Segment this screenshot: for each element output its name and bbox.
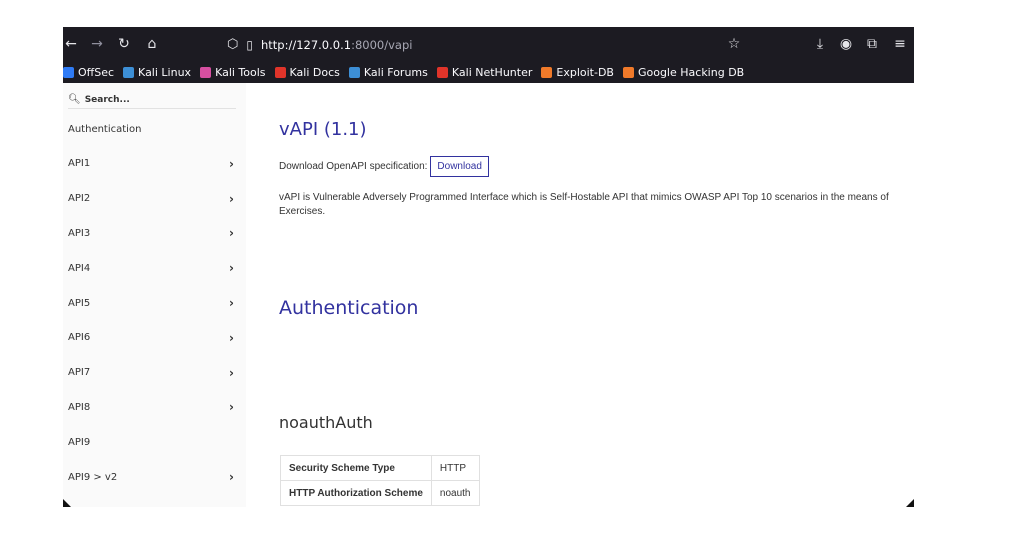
- bookmark-favicon-icon: [63, 67, 74, 78]
- sidebar-item[interactable]: API2 ›: [68, 189, 238, 209]
- bookmark-item[interactable]: Exploit-DB: [541, 66, 614, 79]
- tracking-shield-icon[interactable]: ⬡: [227, 37, 238, 52]
- sidebar-item[interactable]: API5 ›: [68, 293, 238, 313]
- chevron-right-icon: ›: [229, 400, 234, 415]
- chevron-right-icon: ›: [229, 296, 234, 310]
- download-label: Download OpenAPI specification:: [279, 161, 428, 172]
- table-key-cell: Security Scheme Type: [280, 455, 432, 481]
- table-value-cell: HTTP: [430, 455, 480, 481]
- url-bar[interactable]: ⬡ ▯ http://127.0.0.1:8000/vapi: [227, 32, 747, 57]
- back-arrow-icon[interactable]: ←: [63, 27, 79, 62]
- sidebar-item-label: API2: [68, 193, 91, 205]
- sidebar-item-label: API3: [68, 227, 91, 239]
- sidebar-item-label: API1: [68, 158, 91, 170]
- home-icon[interactable]: ⌂: [143, 27, 161, 62]
- sidebar-item[interactable]: API9 > v2 ›: [68, 467, 238, 487]
- bookmark-favicon-icon: [348, 67, 360, 78]
- search-icon: 🔍︎: [68, 94, 81, 105]
- main-content: vAPI (1.1) Download OpenAPI specificatio…: [246, 83, 914, 507]
- chevron-right-icon: ›: [229, 191, 234, 206]
- url-text[interactable]: http://127.0.0.1:8000/vapi: [261, 38, 412, 52]
- sidebar-item-label: API5: [68, 297, 91, 309]
- url-host: http://127.0.0.1: [260, 37, 352, 52]
- section-heading-authentication: Authentication: [279, 297, 419, 319]
- download-icon[interactable]: ⤓: [811, 27, 829, 62]
- bookmark-label: Exploit-DB: [556, 66, 614, 79]
- chevron-right-icon: ›: [229, 226, 234, 241]
- star-icon[interactable]: ☆: [725, 27, 743, 62]
- table-row: HTTP Authorization Scheme noauth: [280, 480, 480, 506]
- download-row: Download OpenAPI specification: Download: [279, 156, 489, 177]
- bookmark-label: Kali NetHunter: [451, 66, 533, 79]
- table-value-cell: noauth: [430, 480, 480, 506]
- forward-arrow-icon[interactable]: →: [89, 27, 105, 62]
- sidebar: 🔍︎ AuthenticationAPI1›API2›API3›API4›API…: [63, 83, 246, 507]
- sidebar-item-label: API9 > v2: [68, 471, 118, 483]
- api-description: vAPI is Vulnerable Adversely Programmed …: [279, 192, 889, 217]
- reload-icon[interactable]: ↻: [115, 27, 133, 62]
- bookmark-label: Kali Forums: [363, 66, 428, 79]
- hamburger-menu-icon[interactable]: ≡: [891, 27, 909, 62]
- sidebar-item[interactable]: API4 ›: [68, 258, 238, 278]
- search-input[interactable]: [84, 94, 225, 105]
- bookmark-item[interactable]: Kali Tools: [200, 66, 266, 79]
- bookmark-label: Kali Tools: [215, 66, 266, 79]
- chevron-right-icon: ›: [229, 330, 234, 345]
- bookmark-favicon-icon: [541, 67, 553, 78]
- bookmark-favicon-icon: [622, 67, 634, 78]
- sidebar-item[interactable]: API1 ›: [68, 154, 238, 174]
- sidebar-item-label: API9: [68, 436, 91, 448]
- browser-toolbar: ← → ↻ ⌂ ⬡ ▯ http://127.0.0.1:8000/vapi ☆…: [63, 27, 914, 62]
- chevron-right-icon: ›: [229, 470, 234, 484]
- bookmark-favicon-icon: [123, 67, 135, 78]
- security-scheme-name: noauthAuth: [279, 413, 373, 432]
- bookmark-label: OffSec: [78, 66, 115, 79]
- page-title: vAPI (1.1): [279, 119, 367, 140]
- sidebar-item-label: API6: [68, 332, 91, 344]
- sidebar-item-label: Authentication: [68, 123, 142, 135]
- chevron-right-icon: ›: [229, 156, 234, 171]
- bookmark-item[interactable]: Kali Docs: [274, 66, 340, 79]
- bookmark-item[interactable]: Google Hacking DB: [622, 66, 745, 79]
- sidebar-item-label: API8: [68, 401, 91, 413]
- bookmark-label: Kali Linux: [138, 66, 192, 79]
- security-scheme-table: Security Scheme Type HTTP HTTP Authorizati…: [280, 455, 480, 506]
- bookmark-item[interactable]: OffSec: [63, 66, 114, 79]
- sidebar-item[interactable]: Authentication: [68, 119, 238, 139]
- sidebar-item[interactable]: API3 ›: [68, 223, 238, 243]
- bookmark-item[interactable]: Kali Forums: [348, 66, 428, 79]
- sidebar-item[interactable]: API7 ›: [68, 363, 238, 383]
- bookmark-item[interactable]: Kali Linux: [123, 66, 191, 79]
- sidebar-item[interactable]: API6 ›: [68, 328, 238, 348]
- bookmark-favicon-icon: [436, 67, 448, 78]
- bookmark-favicon-icon: [274, 67, 286, 78]
- browser-window: ← → ↻ ⌂ ⬡ ▯ http://127.0.0.1:8000/vapi ☆…: [63, 27, 914, 507]
- search-row: 🔍︎: [68, 91, 236, 109]
- chevron-right-icon: ›: [229, 261, 234, 276]
- sidebar-item-label: API4: [68, 262, 91, 274]
- bookmark-label: Google Hacking DB: [637, 66, 745, 79]
- url-path: :8000/vapi: [351, 37, 413, 52]
- bookmark-label: Kali Docs: [289, 66, 340, 79]
- sidebar-item-label: API7: [68, 367, 91, 379]
- download-button[interactable]: Download: [430, 156, 489, 177]
- table-row: Security Scheme Type HTTP: [280, 455, 480, 481]
- resize-corner-left: [63, 499, 71, 507]
- page-icon: ▯: [246, 37, 253, 52]
- bookmark-item[interactable]: Kali NetHunter: [436, 66, 533, 79]
- sidebar-item[interactable]: API9: [68, 432, 238, 452]
- chevron-right-icon: ›: [229, 365, 234, 380]
- bookmarks-bar: OffSec Kali Linux Kali Tools Kali Docs Kali …: [63, 62, 914, 83]
- sidebar-item[interactable]: API8 ›: [68, 397, 238, 417]
- extensions-icon[interactable]: ⧉: [863, 27, 881, 62]
- account-icon[interactable]: ◉: [837, 27, 855, 62]
- table-key-cell: HTTP Authorization Scheme: [280, 480, 432, 506]
- bookmark-favicon-icon: [200, 67, 212, 78]
- resize-corner-right: [906, 499, 914, 507]
